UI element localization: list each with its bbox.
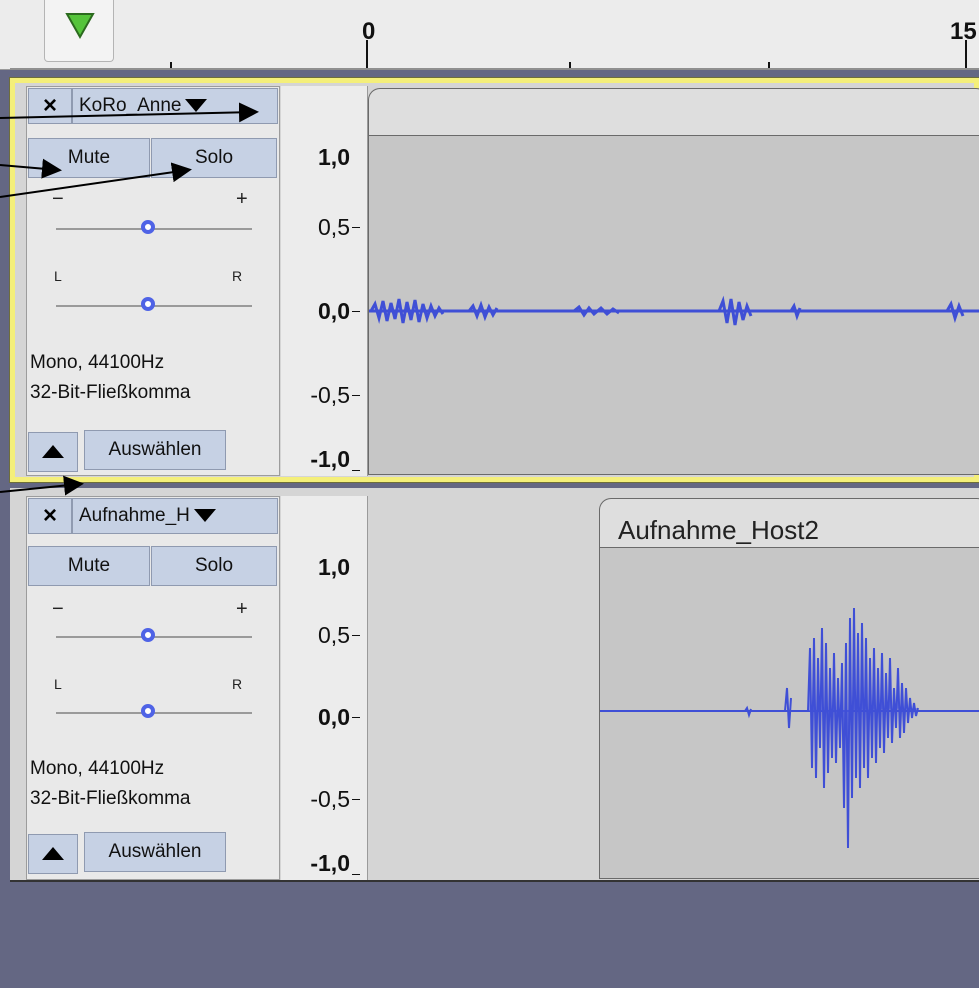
arrow-to-solo [0,162,192,198]
arrow-to-track-name [0,102,259,123]
arrow-to-mute [0,158,62,179]
arrow-to-track-border [0,475,84,496]
annotation-arrows [0,102,259,496]
